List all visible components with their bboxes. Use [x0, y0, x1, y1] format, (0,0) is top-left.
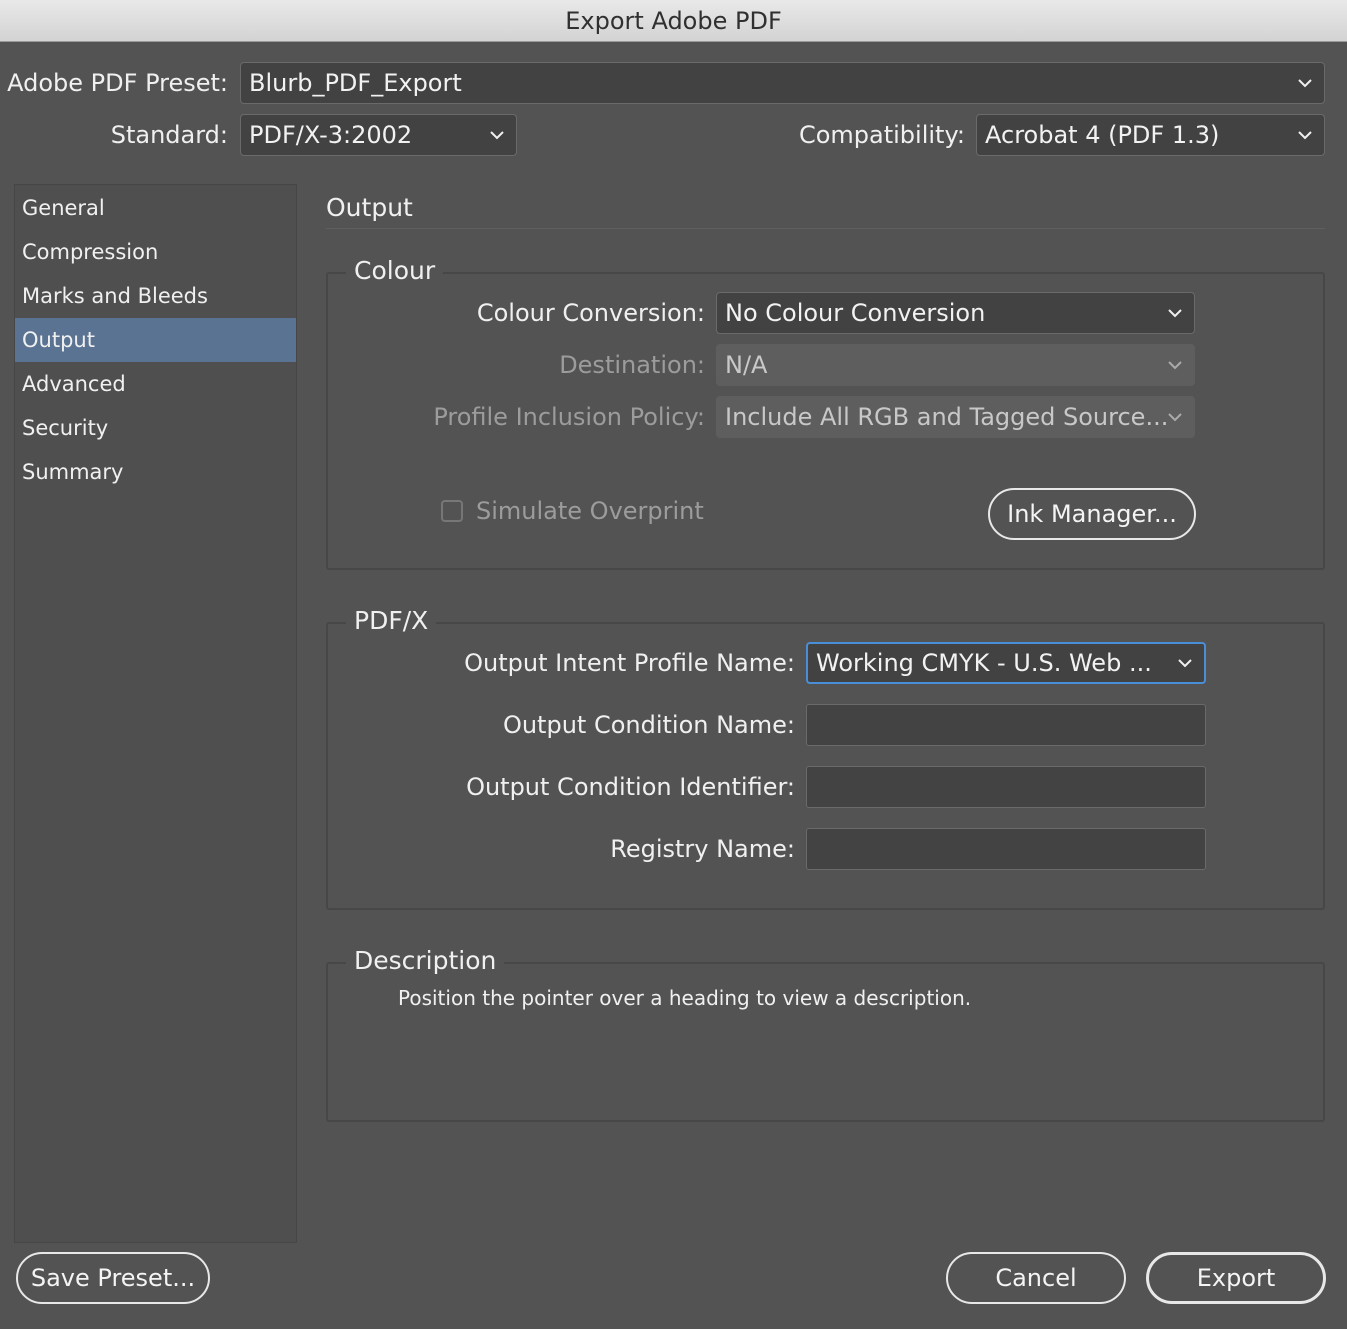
sidebar-item-summary[interactable]: Summary [15, 450, 296, 494]
colour-conversion-value: No Colour Conversion [725, 299, 986, 327]
sidebar-item-label: Compression [22, 240, 159, 264]
compatibility-label: Compatibility: [798, 121, 965, 149]
output-intent-select[interactable]: Working CMYK - U.S. Web ... [806, 642, 1206, 684]
chevron-down-icon [1298, 131, 1312, 140]
window-titlebar: Export Adobe PDF [0, 0, 1347, 42]
sidebar-item-general[interactable]: General [15, 186, 296, 230]
output-condition-name-label: Output Condition Name: [502, 711, 795, 739]
export-button[interactable]: Export [1146, 1252, 1326, 1304]
registry-name-label: Registry Name: [610, 835, 795, 863]
cancel-button[interactable]: Cancel [946, 1252, 1126, 1304]
colour-conversion-label: Colour Conversion: [476, 299, 705, 327]
output-condition-identifier-field[interactable] [806, 766, 1206, 808]
colour-legend: Colour [346, 256, 444, 285]
chevron-down-icon [1168, 309, 1182, 318]
preset-select[interactable]: Blurb_PDF_Export [240, 62, 1325, 104]
profile-inclusion-label: Profile Inclusion Policy: [433, 403, 705, 431]
sidebar-item-output[interactable]: Output [15, 318, 296, 362]
simulate-overprint-checkbox [441, 500, 463, 522]
preset-value: Blurb_PDF_Export [249, 69, 462, 97]
chevron-down-icon [1178, 659, 1192, 668]
output-intent-label: Output Intent Profile Name: [464, 649, 795, 677]
standard-value: PDF/X-3:2002 [249, 121, 413, 149]
registry-name-field[interactable] [806, 828, 1206, 870]
description-text: Position the pointer over a heading to v… [398, 986, 972, 1010]
output-condition-identifier-label: Output Condition Identifier: [466, 773, 795, 801]
page-title: Output [326, 193, 413, 222]
sidebar-item-label: Marks and Bleeds [22, 284, 208, 308]
sidebar: General Compression Marks and Bleeds Out… [14, 184, 297, 1243]
simulate-overprint-label: Simulate Overprint [476, 497, 704, 525]
preset-label: Adobe PDF Preset: [7, 69, 228, 97]
profile-inclusion-select: Include All RGB and Tagged Source... [716, 396, 1195, 438]
ink-manager-button[interactable]: Ink Manager... [988, 488, 1196, 540]
sidebar-item-compression[interactable]: Compression [15, 230, 296, 274]
colour-conversion-select[interactable]: No Colour Conversion [716, 292, 1195, 334]
sidebar-item-security[interactable]: Security [15, 406, 296, 450]
chevron-down-icon [1168, 361, 1182, 370]
pdfx-legend: PDF/X [346, 606, 437, 635]
sidebar-item-label: Advanced [22, 372, 126, 396]
standard-select[interactable]: PDF/X-3:2002 [240, 114, 517, 156]
destination-label: Destination: [559, 351, 705, 379]
profile-inclusion-value: Include All RGB and Tagged Source... [725, 403, 1166, 431]
compatibility-value: Acrobat 4 (PDF 1.3) [985, 121, 1220, 149]
output-intent-value: Working CMYK - U.S. Web ... [816, 649, 1152, 677]
simulate-overprint-option: Simulate Overprint [441, 497, 704, 525]
destination-value: N/A [725, 351, 768, 379]
sidebar-item-label: Output [22, 328, 95, 352]
title-divider [326, 228, 1325, 229]
sidebar-item-marks-and-bleeds[interactable]: Marks and Bleeds [15, 274, 296, 318]
description-legend: Description [346, 946, 505, 975]
sidebar-item-label: General [22, 196, 105, 220]
standard-label: Standard: [110, 121, 228, 149]
sidebar-item-label: Security [22, 416, 109, 440]
sidebar-item-label: Summary [22, 460, 124, 484]
chevron-down-icon [1168, 413, 1182, 422]
compatibility-select[interactable]: Acrobat 4 (PDF 1.3) [976, 114, 1325, 156]
output-condition-name-field[interactable] [806, 704, 1206, 746]
save-preset-button[interactable]: Save Preset... [16, 1252, 210, 1304]
sidebar-item-advanced[interactable]: Advanced [15, 362, 296, 406]
chevron-down-icon [490, 131, 504, 140]
window-title: Export Adobe PDF [565, 6, 782, 35]
destination-select: N/A [716, 344, 1195, 386]
chevron-down-icon [1298, 79, 1312, 88]
